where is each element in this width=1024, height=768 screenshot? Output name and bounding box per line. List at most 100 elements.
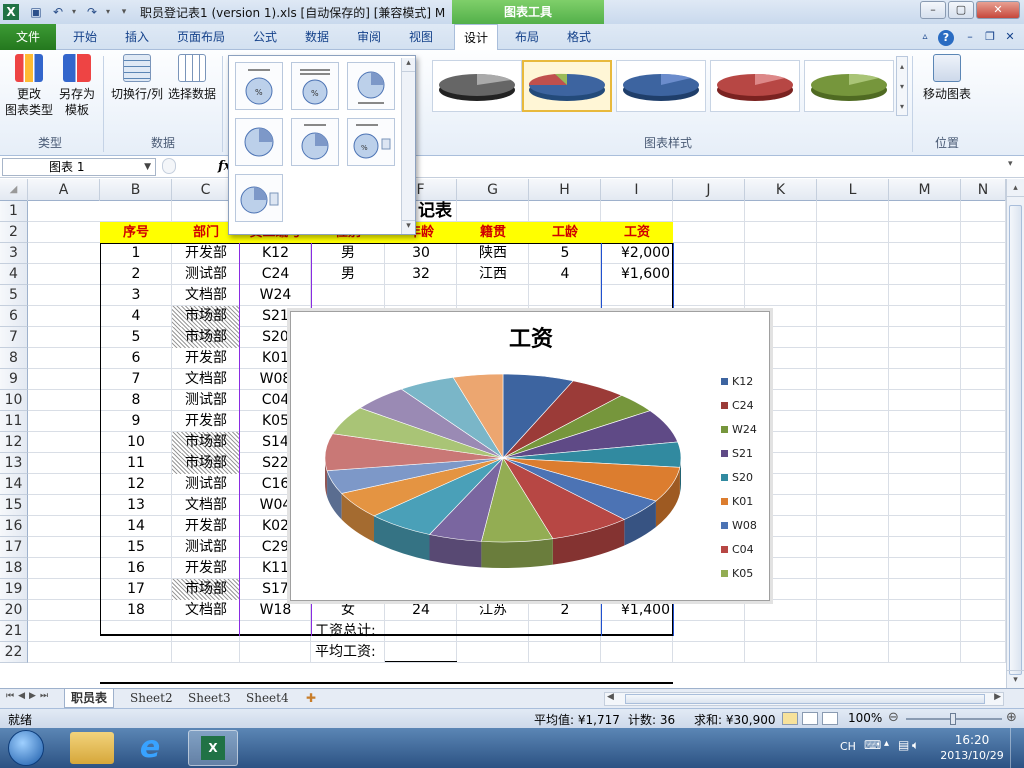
tab-review[interactable]: 审阅 xyxy=(348,24,390,50)
tab-insert[interactable]: 插入 xyxy=(114,24,160,50)
table-cell[interactable]: 文档部 xyxy=(172,495,240,516)
chart-style-2[interactable] xyxy=(522,60,612,112)
chart-style-3[interactable] xyxy=(616,60,706,112)
column-header[interactable]: B xyxy=(100,179,172,201)
tab-format[interactable]: 格式 xyxy=(558,24,600,50)
table-header[interactable]: 工龄 xyxy=(529,222,601,243)
formula-expand-icon[interactable]: ▾ xyxy=(1008,159,1013,169)
table-cell[interactable]: 7 xyxy=(100,369,172,390)
chart-style-4[interactable] xyxy=(710,60,800,112)
zoom-in-icon[interactable]: ⊕ xyxy=(1006,710,1017,725)
name-box[interactable]: 图表 1 ▼ xyxy=(2,158,156,176)
workbook-minimize-icon[interactable]: – xyxy=(962,24,978,50)
tab-layout[interactable]: 布局 xyxy=(506,24,548,50)
row-header[interactable]: 2 xyxy=(0,222,28,243)
table-cell[interactable]: 24 xyxy=(385,600,457,621)
minimize-button[interactable]: – xyxy=(920,1,946,19)
row-header[interactable]: 20 xyxy=(0,600,28,621)
sheet-nav-arrows-icon[interactable]: ⏮◀▶⏭ xyxy=(6,691,52,701)
table-cell[interactable]: 女 xyxy=(311,600,385,621)
formula-resize-handle[interactable] xyxy=(162,158,176,174)
column-header[interactable]: N xyxy=(961,179,1006,201)
tab-view[interactable]: 视图 xyxy=(400,24,442,50)
table-cell[interactable]: 32 xyxy=(385,264,457,285)
row-header[interactable]: 15 xyxy=(0,495,28,516)
chart-style-1[interactable] xyxy=(432,60,522,112)
select-data-button[interactable]: 选择数据 xyxy=(166,54,218,102)
workbook-close-icon[interactable]: ✕ xyxy=(1002,24,1018,50)
table-cell[interactable]: 5 xyxy=(100,327,172,348)
table-cell[interactable]: 6 xyxy=(100,348,172,369)
chart-layout-4[interactable] xyxy=(235,118,283,166)
excel-taskbar-button[interactable]: X xyxy=(188,730,238,766)
table-cell[interactable]: 男 xyxy=(311,264,385,285)
chart-layout-2[interactable]: % xyxy=(291,62,339,110)
table-cell[interactable]: W18 xyxy=(240,600,311,621)
table-cell[interactable]: 17 xyxy=(100,579,172,600)
table-cell[interactable]: 测试部 xyxy=(172,264,240,285)
table-cell[interactable]: 开发部 xyxy=(172,411,240,432)
table-cell[interactable]: 16 xyxy=(100,558,172,579)
table-cell[interactable]: ¥1,600 xyxy=(601,264,673,285)
redo-icon[interactable]: ↷ xyxy=(84,4,100,20)
insert-sheet-icon[interactable]: ✚ xyxy=(300,689,322,708)
internet-explorer-icon[interactable]: e xyxy=(128,732,172,764)
zoom-slider-thumb[interactable] xyxy=(950,713,956,725)
table-cell[interactable]: 13 xyxy=(100,495,172,516)
row-header[interactable]: 8 xyxy=(0,348,28,369)
tab-data[interactable]: 数据 xyxy=(296,24,338,50)
sheet-tab-2[interactable]: Sheet2 xyxy=(124,689,179,708)
table-cell[interactable]: 测试部 xyxy=(172,390,240,411)
pie-chart[interactable]: 工资 K12 C24 W24 S21 S20 K01 W08 C04 K05 xyxy=(290,311,770,601)
row-header[interactable]: 9 xyxy=(0,369,28,390)
table-cell[interactable]: 5 xyxy=(529,243,601,264)
start-button[interactable] xyxy=(8,730,44,766)
table-cell[interactable]: 文档部 xyxy=(172,285,240,306)
scroll-left-icon[interactable]: ◀ xyxy=(607,692,614,702)
sheet-tab-staff[interactable]: 职员表 xyxy=(64,689,115,708)
undo-dropdown-icon[interactable]: ▾ xyxy=(66,4,82,20)
table-cell[interactable]: 4 xyxy=(529,264,601,285)
table-cell[interactable]: C24 xyxy=(240,264,311,285)
legend-label[interactable]: C24 xyxy=(732,399,754,412)
row-header[interactable]: 19 xyxy=(0,579,28,600)
tab-page-layout[interactable]: 页面布局 xyxy=(170,24,232,50)
undo-icon[interactable]: ↶ xyxy=(50,4,66,20)
table-header[interactable]: 籍贯 xyxy=(457,222,529,243)
table-cell[interactable]: 文档部 xyxy=(172,600,240,621)
legend-label[interactable]: S21 xyxy=(732,447,753,460)
chart-layout-6[interactable]: % xyxy=(347,118,395,166)
network-icon[interactable]: ▤ xyxy=(898,738,909,752)
table-cell[interactable]: 2 xyxy=(529,600,601,621)
table-cell[interactable]: 江苏 xyxy=(457,600,529,621)
row-header[interactable]: 13 xyxy=(0,453,28,474)
sheet-tab-4[interactable]: Sheet4 xyxy=(240,689,295,708)
legend-label[interactable]: K01 xyxy=(732,495,753,508)
column-header[interactable]: H xyxy=(529,179,601,201)
vertical-scrollbar[interactable]: ▴ ▾ xyxy=(1006,179,1024,688)
legend-label[interactable]: S20 xyxy=(732,471,753,484)
legend-label[interactable]: W24 xyxy=(732,423,757,436)
table-cell[interactable]: 市场部 xyxy=(172,453,240,474)
row-header[interactable]: 6 xyxy=(0,306,28,327)
zoom-level[interactable]: 100% xyxy=(848,711,882,725)
change-chart-type-button[interactable]: 更改 图表类型 xyxy=(4,54,54,118)
row-header[interactable]: 18 xyxy=(0,558,28,579)
input-language[interactable]: CH xyxy=(840,740,856,753)
close-button[interactable]: ✕ xyxy=(976,1,1020,19)
chart-layout-7[interactable] xyxy=(235,174,283,222)
table-cell[interactable]: ¥1,400 xyxy=(601,600,673,621)
legend-label[interactable]: K12 xyxy=(732,375,753,388)
table-cell[interactable]: 开发部 xyxy=(172,348,240,369)
save-icon[interactable]: ▣ xyxy=(28,4,44,20)
table-cell[interactable]: W24 xyxy=(240,285,311,306)
tab-home[interactable]: 开始 xyxy=(62,24,108,50)
select-all-corner[interactable]: ◢ xyxy=(0,179,28,201)
row-header[interactable]: 14 xyxy=(0,474,28,495)
layout-gallery-scrollbar[interactable]: ▴ ▾ xyxy=(401,58,415,234)
clock-time[interactable]: 16:20 xyxy=(948,733,996,747)
column-header[interactable]: J xyxy=(673,179,745,201)
customize-toolbar-icon[interactable]: ▾ xyxy=(116,4,132,20)
table-cell[interactable]: 市场部 xyxy=(172,327,240,348)
table-cell[interactable]: 15 xyxy=(100,537,172,558)
